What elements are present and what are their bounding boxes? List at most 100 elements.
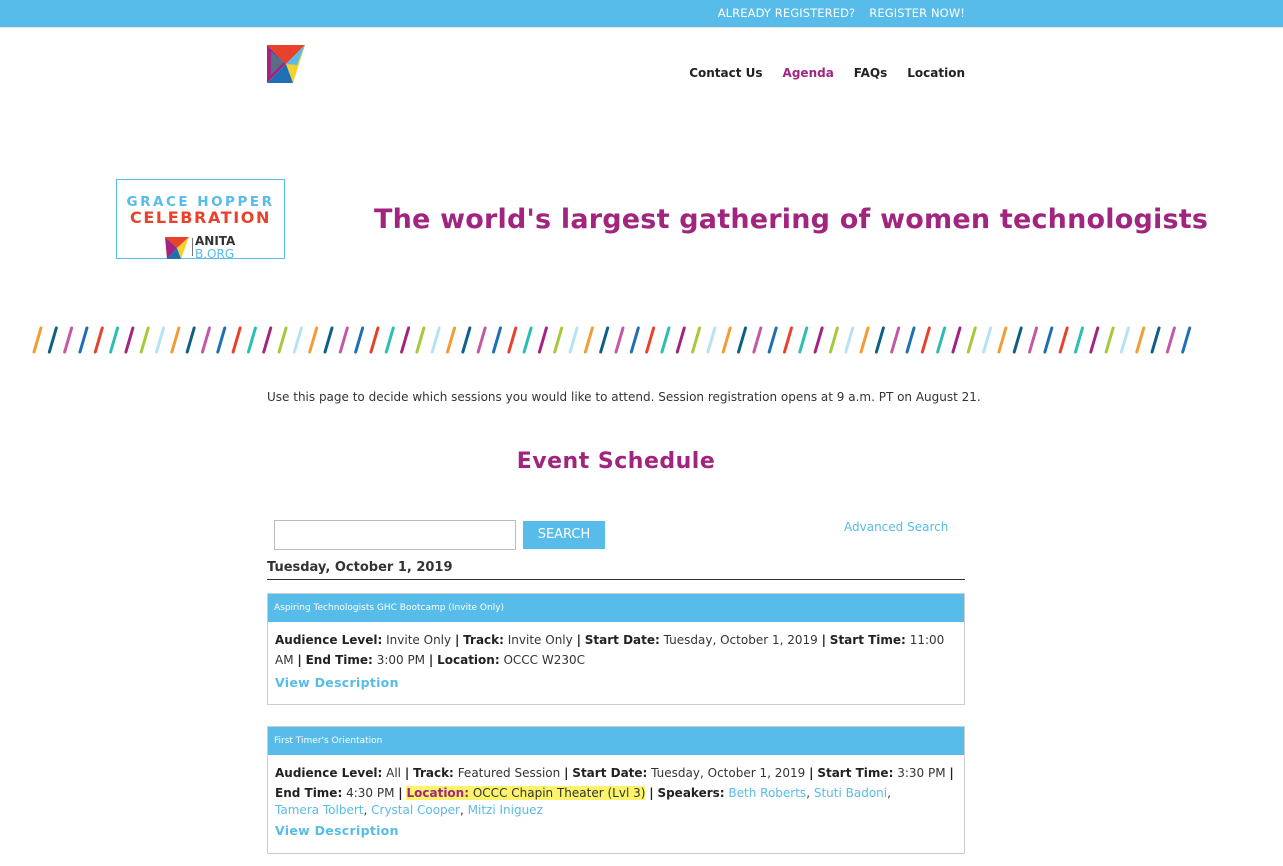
nav-agenda[interactable]: Agenda [783,66,834,80]
track-value: Invite Only [507,633,573,647]
decorative-slash [537,326,548,354]
decorative-slash [78,326,89,354]
view-description-link[interactable]: View Description [275,821,399,841]
decorative-slash [1043,326,1054,354]
start-date-value: Tuesday, October 1, 2019 [651,766,806,780]
session-card: Aspiring Technologists GHC Bootcamp (Inv… [267,593,965,705]
speakers-label: Speakers: [657,786,725,800]
decorative-slash [47,326,58,354]
nav-contact-us[interactable]: Contact Us [689,66,762,80]
decorative-slash [109,326,120,354]
decorative-slash-divider [32,326,1192,354]
location-value: OCCC W230C [503,653,586,667]
decorative-slash [93,326,104,354]
event-schedule-title: Event Schedule [516,449,716,474]
decorative-slash [200,326,211,354]
decorative-slash [1073,326,1084,354]
decorative-slash [936,326,947,354]
end-time-label: End Time: [275,786,343,800]
decorative-slash [599,326,610,354]
decorative-slash [292,326,303,354]
decorative-slash [1165,326,1176,354]
decorative-slash [384,326,395,354]
session-details: Audience Level: Invite Only | Track: Inv… [268,622,964,693]
decorative-slash [660,326,671,354]
decorative-slash [461,326,472,354]
decorative-slash [32,326,43,354]
decorative-slash [568,326,579,354]
session-search-input[interactable] [274,520,516,550]
location-value: OCCC Chapin Theater (Lvl 3) [472,786,646,800]
nav-location[interactable]: Location [907,66,965,80]
decorative-slash [874,326,885,354]
register-now-link[interactable]: REGISTER NOW! [869,6,965,20]
end-time-value: 4:30 PM [346,786,395,800]
session-title[interactable]: First Timer's Orientation [268,727,964,755]
start-date-label: Start Date: [572,766,648,780]
view-description-link[interactable]: View Description [275,673,399,693]
site-logo-icon[interactable] [267,45,305,83]
decorative-slash [1150,326,1161,354]
decorative-slash [170,326,181,354]
decorative-slash [415,326,426,354]
location-label: Location: [437,653,500,667]
speaker-link[interactable]: Mitzi Iniguez [468,803,543,817]
decorative-slash [706,326,717,354]
ghc-logo-line2: CELEBRATION [130,208,271,227]
start-date-label: Start Date: [584,633,660,647]
decorative-slash [767,326,778,354]
decorative-slash [507,326,518,354]
start-time-label: Start Time: [817,766,894,780]
day-header: Tuesday, October 1, 2019 [267,560,965,580]
speaker-link[interactable]: Tamera Tolbert [275,803,363,817]
decorative-slash [798,326,809,354]
speaker-link[interactable]: Stuti Badoni [814,786,887,800]
decorative-slash [491,326,502,354]
header-divider [0,27,1283,28]
decorative-slash [890,326,901,354]
decorative-slash [813,326,824,354]
decorative-slash [614,326,625,354]
decorative-slash [629,326,640,354]
speaker-link[interactable]: Beth Roberts [728,786,806,800]
decorative-slash [782,326,793,354]
decorative-slash [369,326,380,354]
decorative-slash [583,326,594,354]
decorative-slash [277,326,288,354]
decorative-slash [920,326,931,354]
already-registered-link[interactable]: ALREADY REGISTERED? [718,6,856,20]
track-label: Track: [413,766,454,780]
decorative-slash [338,326,349,354]
decorative-slash [430,326,441,354]
decorative-slash [522,326,533,354]
decorative-slash [1058,326,1069,354]
decorative-slash [905,326,916,354]
decorative-slash [155,326,166,354]
speaker-link[interactable]: Crystal Cooper [371,803,460,817]
location-highlight: Location: OCCC Chapin Theater (Lvl 3) [406,786,646,800]
session-card: First Timer's Orientation Audience Level… [267,726,965,854]
decorative-slash [216,326,227,354]
ghc-logo: GRACE HOPPER CELEBRATION ANITA B.ORG [116,179,285,261]
decorative-slash [124,326,135,354]
session-title[interactable]: Aspiring Technologists GHC Bootcamp (Inv… [268,594,964,622]
nav-faqs[interactable]: FAQs [854,66,887,80]
decorative-slash [951,326,962,354]
decorative-slash [844,326,855,354]
decorative-slash [231,326,242,354]
anitab-logo-divider [192,238,193,256]
location-label: Location: [406,786,470,800]
decorative-slash [1089,326,1100,354]
decorative-slash [675,326,686,354]
decorative-slash [1119,326,1130,354]
decorative-slash [185,326,196,354]
decorative-slash [966,326,977,354]
intro-text: Use this page to decide which sessions y… [267,390,981,404]
audience-label: Audience Level: [275,633,383,647]
main-nav: Contact Us Agenda FAQs Location [689,66,965,80]
search-button[interactable]: SEARCH [523,521,605,549]
advanced-search-link[interactable]: Advanced Search [844,520,948,534]
decorative-slash [246,326,257,354]
top-bar: ALREADY REGISTERED? REGISTER NOW! [0,0,1283,27]
decorative-slash [1028,326,1039,354]
